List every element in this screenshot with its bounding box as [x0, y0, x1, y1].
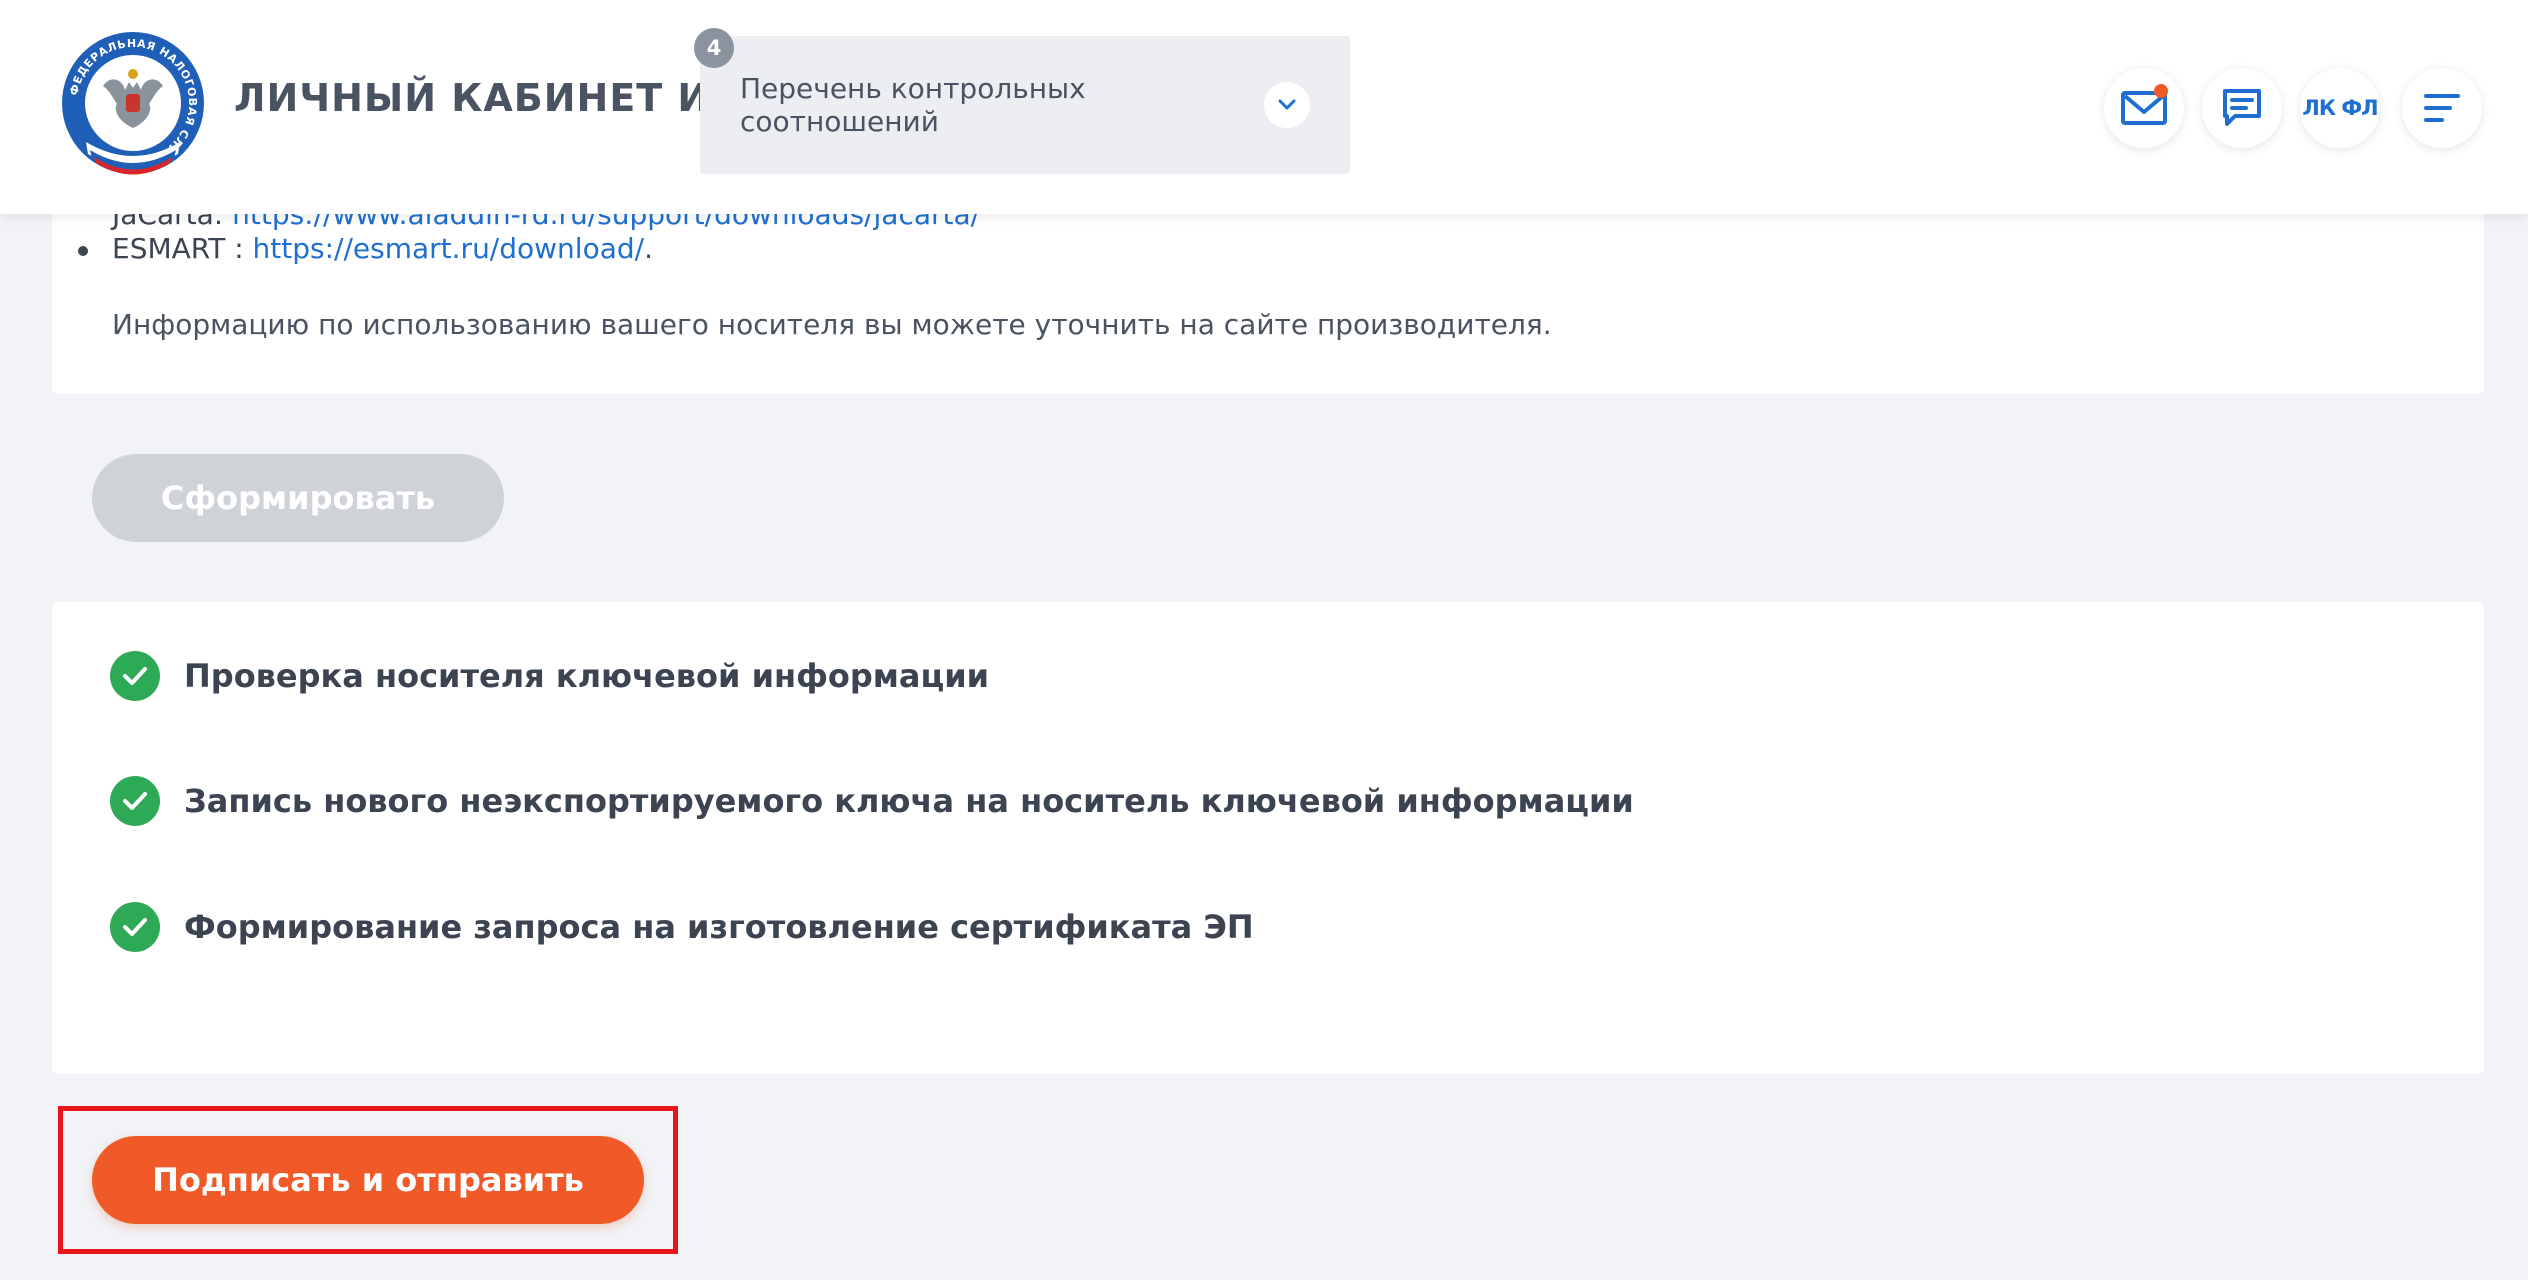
step-label: Запись нового неэкспортируемого ключа на… — [184, 782, 1634, 820]
bullet-dot — [78, 246, 88, 256]
unread-dot — [2154, 84, 2168, 98]
esmart-line: ESMART : https://esmart.ru/download/. — [112, 232, 653, 265]
step-item: Запись нового неэкспортируемого ключа на… — [110, 776, 1634, 826]
check-icon — [110, 651, 160, 701]
fns-emblem-icon: ФЕДЕРАЛЬНАЯ НАЛОГОВАЯ СЛУЖБА — [62, 32, 204, 175]
mail-button[interactable] — [2104, 68, 2184, 148]
step-item: Формирование запроса на изготовление сер… — [110, 902, 1254, 952]
lk-fl-button[interactable]: ЛК ФЛ — [2300, 68, 2380, 148]
esmart-link[interactable]: https://esmart.ru/download/ — [253, 232, 645, 265]
report-select[interactable]: 4 Перечень контрольных соотношений — [694, 28, 1350, 174]
step-label: Проверка носителя ключевой информации — [184, 657, 990, 695]
check-icon — [110, 902, 160, 952]
header: ФЕДЕРАЛЬНАЯ НАЛОГОВАЯ СЛУЖБА ЛИЧНЫЙ КАБИ… — [0, 0, 2528, 214]
page: JaCarta: https://www.aladdin-rd.ru/suppo… — [0, 0, 2528, 1280]
generate-button[interactable]: Сформировать — [92, 454, 504, 542]
select-value: Перечень контрольных соотношений — [740, 72, 1086, 138]
lk-fl-label: ЛК ФЛ — [2302, 96, 2378, 120]
esmart-label: ESMART : — [112, 232, 253, 265]
vendor-info-text: Информацию по использованию вашего носит… — [112, 308, 1552, 341]
hamburger-icon — [2424, 94, 2460, 122]
check-icon — [110, 776, 160, 826]
chevron-down-icon[interactable] — [1264, 82, 1310, 128]
chat-icon — [2223, 89, 2261, 126]
cabinet-title: ЛИЧНЫЙ КАБИНЕТ ИП — [234, 76, 744, 120]
step-label: Формирование запроса на изготовление сер… — [184, 908, 1254, 946]
steps-card: Проверка носителя ключевой информации За… — [52, 602, 2484, 1074]
fns-logo[interactable]: ФЕДЕРАЛЬНАЯ НАЛОГОВАЯ СЛУЖБА — [60, 30, 206, 176]
step-item: Проверка носителя ключевой информации — [110, 651, 989, 701]
messages-button[interactable] — [2202, 68, 2282, 148]
esmart-suffix: . — [644, 232, 653, 265]
select-count-badge: 4 — [694, 28, 734, 68]
menu-button[interactable] — [2402, 68, 2482, 148]
sign-and-send-button[interactable]: Подписать и отправить — [92, 1136, 644, 1224]
